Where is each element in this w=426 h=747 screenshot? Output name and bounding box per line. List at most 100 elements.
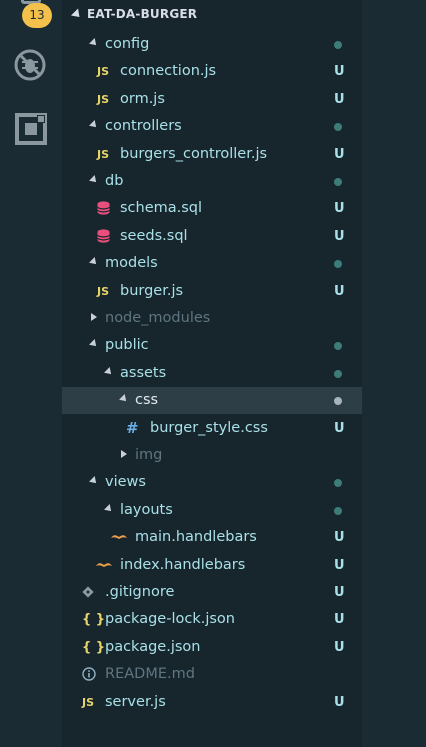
javascript-file-icon: JS — [97, 65, 110, 79]
tree-item-label: README.md — [105, 666, 195, 683]
modified-folder-indicator — [334, 41, 342, 49]
tree-folder-node-modules[interactable]: node_modules — [62, 305, 426, 332]
tree-item-label: public — [105, 337, 149, 354]
tree-item-label: models — [105, 255, 158, 272]
tree-item-label: package.json — [105, 638, 201, 655]
chevron-down-icon — [70, 8, 84, 21]
debug-icon[interactable] — [13, 48, 47, 82]
project-title: EAT-DA-BURGER — [87, 7, 198, 21]
tree-file-server-js[interactable]: JS server.js U — [62, 689, 426, 716]
tree-item-label: connection.js — [120, 63, 217, 80]
tree-folder-models[interactable]: models — [62, 250, 426, 277]
javascript-file-icon: JS — [97, 284, 110, 298]
tree-file-burgers-controller-js[interactable]: JS burgers_controller.js U — [62, 141, 426, 168]
modified-folder-indicator — [334, 123, 342, 132]
handlebars-file-icon — [110, 524, 128, 551]
tree-file-orm-js[interactable]: JS orm.js U — [62, 86, 426, 113]
chevron-down-icon — [89, 175, 99, 185]
git-status-badge: U — [334, 420, 345, 436]
git-status-badge: U — [334, 146, 345, 162]
database-file-icon — [97, 195, 110, 222]
badge-count: 13 — [22, 3, 52, 28]
modified-folder-indicator — [334, 479, 342, 488]
chevron-down-icon — [104, 366, 114, 377]
tree-folder-assets[interactable]: assets — [62, 360, 426, 387]
tree-item-label: layouts — [120, 501, 173, 518]
tree-file-schema-sql[interactable]: schema.sql U — [62, 195, 426, 222]
handlebars-file-icon — [95, 552, 113, 579]
tree-item-label: img — [135, 447, 163, 463]
git-status-badge: U — [334, 557, 345, 573]
tree-file-burger-js[interactable]: JS burger.js U — [62, 278, 426, 305]
tree-item-label: package-lock.json — [105, 611, 235, 628]
tree-item-label: main.handlebars — [135, 529, 257, 546]
tree-item-label: burgers_controller.js — [120, 145, 268, 162]
chevron-right-icon — [121, 450, 127, 458]
tree-file-connection-js[interactable]: JS connection.js U — [62, 58, 426, 85]
tree-item-label: server.js — [105, 693, 166, 710]
javascript-file-icon: JS — [82, 695, 95, 709]
project-header[interactable]: EAT-DA-BURGER — [62, 2, 362, 30]
git-status-badge: U — [334, 91, 345, 107]
tree-item-label: seeds.sql — [120, 227, 188, 244]
git-status-badge: U — [334, 201, 345, 217]
chevron-right-icon — [91, 313, 97, 321]
modified-folder-indicator — [334, 260, 342, 269]
tree-file-index-handlebars[interactable]: index.handlebars U — [62, 552, 426, 579]
chevron-down-icon — [104, 503, 114, 514]
tree-folder-config[interactable]: config — [62, 31, 426, 58]
tree-item-label: .gitignore — [105, 584, 175, 600]
tree-item-label: config — [105, 36, 150, 52]
tree-item-label: css — [135, 392, 159, 409]
git-status-badge: U — [334, 530, 345, 546]
tree-item-label: schema.sql — [120, 200, 203, 217]
tree-item-label: node_modules — [105, 310, 211, 326]
git-status-badge: U — [334, 612, 345, 628]
tree-folder-db[interactable]: db — [62, 168, 426, 195]
tree-item-label: index.handlebars — [120, 556, 246, 573]
modified-folder-indicator — [334, 506, 342, 515]
modified-folder-indicator — [334, 342, 342, 351]
chevron-down-icon — [89, 257, 99, 268]
database-file-icon — [97, 223, 110, 250]
git-status-badge: U — [334, 694, 345, 710]
json-file-icon: { } — [82, 612, 106, 628]
tree-item-label: controllers — [105, 118, 182, 135]
selection-highlight — [62, 387, 362, 415]
chevron-down-icon — [89, 476, 99, 487]
source-control-button[interactable]: 13 — [18, 0, 58, 32]
javascript-file-icon: JS — [97, 92, 110, 106]
git-status-badge: U — [334, 639, 345, 655]
javascript-file-icon: JS — [97, 147, 110, 161]
git-status-badge: U — [334, 64, 345, 80]
modified-folder-indicator — [334, 178, 342, 186]
tree-file-burger-style-css[interactable]: # burger_style.css U — [62, 415, 426, 442]
modified-folder-indicator — [334, 369, 342, 378]
tree-item-label: orm.js — [120, 90, 165, 107]
tree-item-label: burger.js — [120, 282, 184, 299]
tree-folder-img[interactable]: img — [62, 442, 426, 469]
extensions-icon[interactable] — [15, 112, 49, 146]
tree-item-label: db — [105, 173, 124, 189]
git-status-badge: U — [334, 283, 345, 299]
info-file-icon — [82, 661, 96, 688]
tree-file-package-json[interactable]: { } package.json U — [62, 634, 426, 661]
activity-bar: 13 — [0, 0, 62, 747]
tree-item-label: assets — [120, 364, 167, 381]
tree-file-main-handlebars[interactable]: main.handlebars U — [62, 524, 426, 551]
tree-folder-css[interactable]: css — [62, 387, 426, 415]
git-file-icon — [82, 579, 94, 606]
git-status-badge: U — [334, 228, 345, 244]
css-file-icon: # — [126, 418, 139, 437]
tree-folder-layouts[interactable]: layouts — [62, 497, 426, 524]
git-status-badge: U — [334, 585, 345, 600]
tree-file-package-lock-json[interactable]: { } package-lock.json U — [62, 606, 426, 633]
tree-folder-controllers[interactable]: controllers — [62, 113, 426, 140]
chevron-down-icon — [89, 120, 99, 131]
tree-file-readme-md[interactable]: README.md — [62, 661, 426, 688]
chevron-down-icon — [89, 339, 99, 350]
tree-file--gitignore[interactable]: .gitignore U — [62, 579, 426, 606]
tree-folder-views[interactable]: views — [62, 469, 426, 496]
tree-folder-public[interactable]: public — [62, 332, 426, 359]
tree-file-seeds-sql[interactable]: seeds.sql U — [62, 223, 426, 250]
